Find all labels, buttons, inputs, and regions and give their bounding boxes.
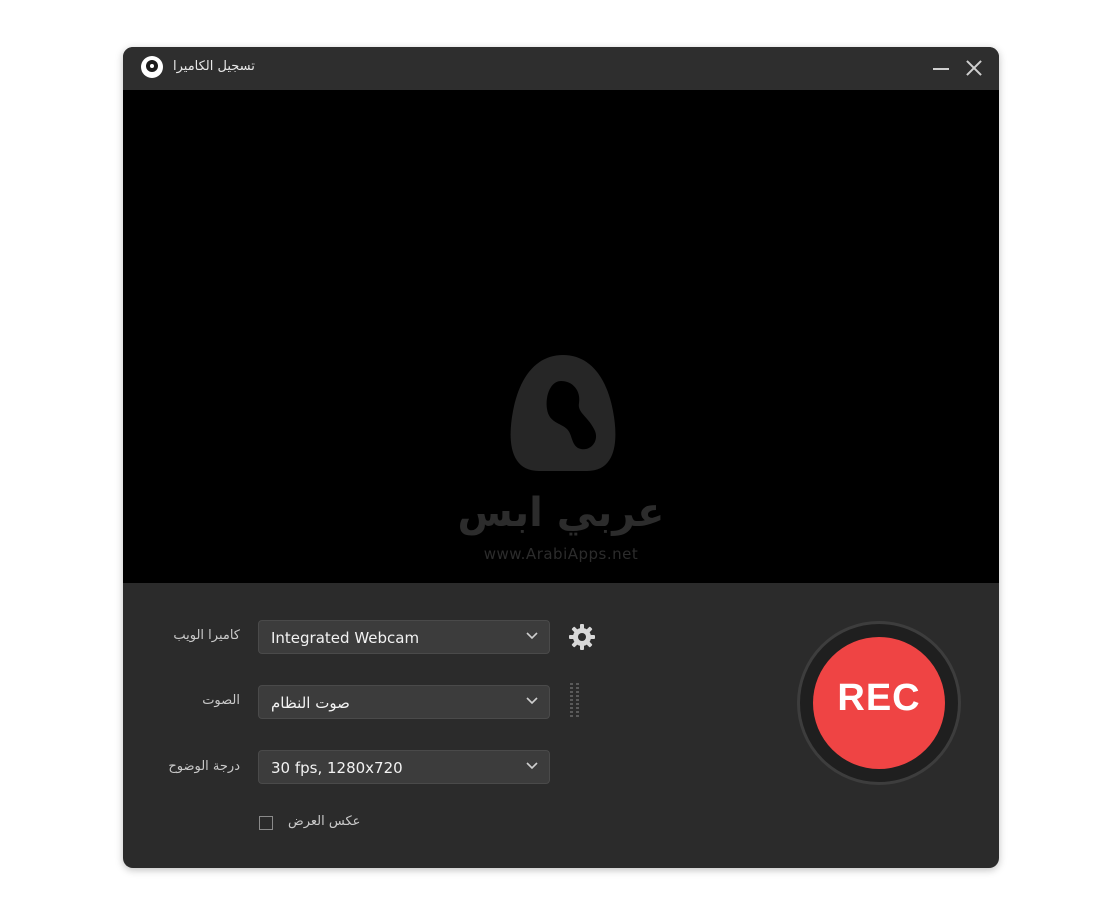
audio-select-value: صوت النظام <box>271 694 350 712</box>
watermark-text: عربي ابس <box>457 490 665 536</box>
webcam-select[interactable]: Integrated Webcam <box>258 620 550 654</box>
audio-level-icon <box>570 683 579 717</box>
audio-select[interactable]: صوت النظام <box>258 685 550 719</box>
webcam-label: كاميرا الويب <box>173 628 240 643</box>
record-button[interactable]: REC <box>797 621 961 785</box>
chevron-down-icon <box>526 697 538 705</box>
audio-label: الصوت <box>202 693 240 708</box>
resolution-select[interactable]: 30 fps, 1280x720 <box>258 750 550 784</box>
resolution-select-value: 30 fps, 1280x720 <box>271 759 403 777</box>
record-button-label: REC <box>837 677 921 719</box>
gear-icon[interactable] <box>568 623 596 651</box>
mirror-checkbox-label: عكس العرض <box>288 814 361 829</box>
resolution-label: درجة الوضوح <box>168 759 240 774</box>
window-title: تسجيل الكاميرا <box>173 59 255 74</box>
chevron-down-icon <box>526 762 538 770</box>
webcam-select-value: Integrated Webcam <box>271 629 420 647</box>
minimize-button[interactable] <box>929 56 953 80</box>
title-bar: تسجيل الكاميرا <box>123 47 999 90</box>
close-button[interactable] <box>962 56 986 80</box>
watermark-url: www.ArabiApps.net <box>483 545 639 563</box>
app-icon <box>141 56 163 78</box>
record-button-face: REC <box>813 637 945 769</box>
mirror-checkbox[interactable] <box>259 816 273 830</box>
chevron-down-icon <box>526 632 538 640</box>
watermark-logo-icon <box>510 355 616 471</box>
minimize-icon <box>933 68 949 70</box>
camera-preview: عربي ابس www.ArabiApps.net <box>123 90 999 583</box>
